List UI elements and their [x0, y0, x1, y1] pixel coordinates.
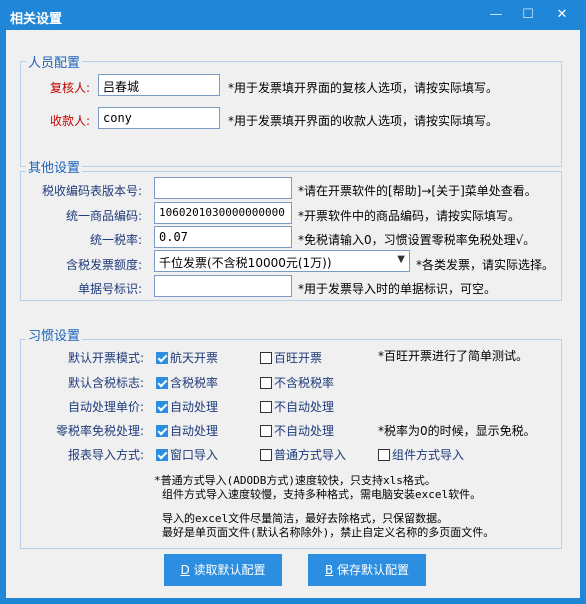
read-default-button[interactable]: D 读取默认配置 [164, 554, 282, 586]
reviewer-label: 复核人: [49, 81, 90, 95]
docno-note: *用于发票导入时的单据标识，可空。 [298, 282, 497, 296]
habit-row-label: 默认开票模式: [67, 351, 144, 365]
habits-legend: 习惯设置 [26, 325, 83, 344]
chevron-down-icon[interactable]: ▼ [397, 254, 405, 265]
checkbox-checked-icon [156, 352, 168, 364]
checkbox-label: 窗口导入 [170, 448, 219, 462]
settings-window: 相关设置 — ☐ ✕ 人员配置 复核人: 吕春城 *用于发票填开界面的复核人选项… [0, 0, 586, 604]
read-shortcut-key: D [180, 563, 190, 577]
checkbox-zero-auto[interactable]: 自动处理 [156, 422, 218, 439]
checkbox-checked-icon [156, 377, 168, 389]
checkbox-empty-icon [260, 425, 272, 437]
habit-row-label: 默认含税标志: [67, 376, 144, 390]
import-info-2: 组件方式导入速度较慢，支持多种格式，需电脑安装excel软件。 [162, 488, 482, 501]
checkbox-empty-icon [260, 401, 272, 413]
read-button-label: 读取默认配置 [189, 563, 266, 577]
checkbox-checked-icon [156, 425, 168, 437]
payee-note: *用于发票填开界面的收款人选项，请按实际填写。 [228, 114, 499, 128]
checkbox-price-auto[interactable]: 自动处理 [156, 398, 218, 415]
checkbox-label: 不自动处理 [274, 400, 335, 414]
payee-input[interactable]: cony [98, 107, 220, 129]
checkbox-price-manual[interactable]: 不自动处理 [260, 398, 334, 415]
checkbox-label: 组件方式导入 [392, 448, 465, 462]
save-default-button[interactable]: B 保存默认配置 [308, 554, 426, 586]
checkbox-hangtian[interactable]: 航天开票 [156, 349, 218, 366]
checkbox-checked-icon [156, 449, 168, 461]
habit-row-label: 零税率免税处理: [55, 424, 144, 438]
minimize-button[interactable]: — [482, 4, 510, 26]
personnel-legend: 人员配置 [26, 52, 83, 71]
goodscode-note: *开票软件中的商品编码，请按实际填写。 [298, 209, 521, 223]
goodscode-label: 统一商品编码: [65, 209, 142, 223]
invoice-limit-value: 千位发票(不含税10000元(1万)) [159, 256, 332, 270]
close-button[interactable]: ✕ [548, 4, 576, 26]
reviewer-note: *用于发票填开界面的复核人选项，请按实际填写。 [228, 81, 499, 95]
limit-label: 含税发票额度: [65, 258, 142, 272]
limit-note: *各类发票，请实际选择。 [416, 258, 555, 272]
checkbox-tax-inclusive[interactable]: 含税税率 [156, 374, 218, 391]
checkbox-label: 普通方式导入 [274, 448, 347, 462]
other-legend: 其他设置 [26, 157, 83, 176]
checkbox-component-import[interactable]: 组件方式导入 [378, 446, 464, 463]
title-bar: 相关设置 — ☐ ✕ [0, 0, 586, 30]
taxcode-label: 税收编码表版本号: [41, 184, 142, 198]
save-button-label: 保存默认配置 [333, 563, 410, 577]
window-title: 相关设置 [10, 12, 63, 27]
dialog-body: 人员配置 复核人: 吕春城 *用于发票填开界面的复核人选项，请按实际填写。 收款… [6, 30, 580, 598]
checkbox-tax-exclusive[interactable]: 不含税税率 [260, 374, 334, 391]
maximize-button[interactable]: ☐ [514, 4, 542, 26]
checkbox-checked-icon [156, 401, 168, 413]
checkbox-label: 不自动处理 [274, 424, 335, 438]
checkbox-empty-icon [378, 449, 390, 461]
checkbox-label: 自动处理 [170, 424, 219, 438]
checkbox-empty-icon [260, 377, 272, 389]
taxcode-input[interactable] [154, 177, 292, 199]
checkbox-window-import[interactable]: 窗口导入 [156, 446, 218, 463]
checkbox-zero-manual[interactable]: 不自动处理 [260, 422, 334, 439]
checkbox-normal-import[interactable]: 普通方式导入 [260, 446, 346, 463]
taxcode-note: *请在开票软件的[帮助]→[关于]菜单处查看。 [298, 184, 537, 198]
docno-label: 单据号标识: [77, 282, 142, 296]
checkbox-baiwang[interactable]: 百旺开票 [260, 349, 322, 366]
checkbox-label: 含税税率 [170, 376, 219, 390]
habit-row-label: 自动处理单价: [67, 400, 144, 414]
checkbox-empty-icon [260, 449, 272, 461]
save-shortcut-key: B [324, 563, 334, 577]
checkbox-label: 不含税税率 [274, 376, 335, 390]
checkbox-label: 百旺开票 [274, 351, 323, 365]
goodscode-input[interactable]: 1060201030000000000 [154, 202, 292, 224]
taxrate-input[interactable]: 0.07 [154, 226, 292, 248]
checkbox-label: 自动处理 [170, 400, 219, 414]
invoice-limit-select[interactable]: 千位发票(不含税10000元(1万)) ▼ [154, 250, 410, 272]
import-info-4: 最好是单页面文件(默认名称除外)，禁止自定义名称的多页面文件。 [162, 526, 495, 539]
taxrate-note: *免税请输入0，习惯设置零税率免税处理√。 [298, 233, 536, 247]
payee-label: 收款人: [49, 114, 90, 128]
checkbox-label: 航天开票 [170, 351, 219, 365]
docno-input[interactable] [154, 275, 292, 297]
reviewer-input[interactable]: 吕春城 [98, 74, 220, 96]
habit-note: *百旺开票进行了简单测试。 [378, 349, 529, 363]
taxrate-label: 统一税率: [89, 233, 142, 247]
habit-note: *税率为0的时候，显示免税。 [378, 424, 536, 438]
checkbox-empty-icon [260, 352, 272, 364]
habit-row-label: 报表导入方式: [67, 448, 144, 462]
